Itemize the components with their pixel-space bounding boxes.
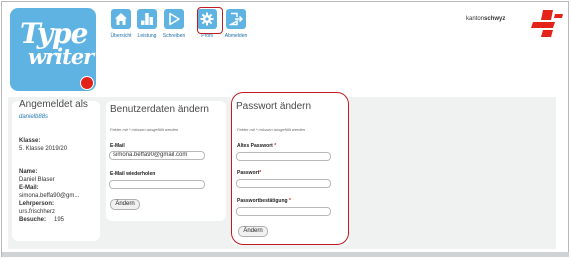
nav-label: Schreiben [162,33,186,39]
logout-icon [226,9,246,29]
logged-in-heading: Angemeldet als [19,99,88,110]
new-password-field[interactable] [236,179,331,188]
nav-item-abmelden[interactable]: Abmelden [222,9,250,39]
userdata-submit-button[interactable]: Ändern [110,199,140,210]
required-mark: * [288,198,291,204]
userdata-email-label: E-Mail [110,143,125,149]
brand-name: schwyz [484,16,506,22]
klasse-value: 5. Klasse 2019/20 [19,146,68,152]
besuche-value: 195 [54,217,65,223]
confirm-password-label: Passwortbestätigung * [237,198,291,204]
chart-icon [137,9,157,29]
lehrperson-label: Lehrperson: [19,201,55,207]
schwyz-flag-logo [531,10,563,37]
nav-label: Übersicht [110,33,132,39]
horizontal-scrollbar[interactable] [2,252,569,257]
lehrperson-value: urs.frischherz [19,209,56,215]
required-mark: * [259,170,262,176]
email-field[interactable]: simona.beffa90@gmail.com [109,151,205,160]
play-icon [164,9,184,29]
logo-dot [80,76,94,90]
password-submit-button[interactable]: Ändern [238,226,268,237]
userdata-required-note: Felder mit * müssen ausgefüllt werden [110,127,179,132]
logo-line-2: writer [28,44,94,69]
confirm-password-field[interactable] [236,207,331,216]
name-label: Name: [19,169,38,175]
username: danielb88s [19,114,49,120]
typewriter-logo[interactable]: Type writer [10,8,96,91]
password-heading: Passwort ändern [236,101,312,112]
besuche-label: Besuche: [19,217,47,223]
klasse-label: Klasse: [19,138,41,144]
brand-prefix: kanton [466,16,485,22]
nav-item-uebersicht[interactable]: Übersicht [107,9,135,39]
name-value: Daniel Blaser [19,177,55,183]
password-highlight [231,92,349,245]
home-icon [111,9,131,29]
email-label: E-Mail: [19,185,39,191]
password-required-note: Felder mit * müssen ausgefüllt werden [237,127,306,132]
required-mark: * [274,143,277,149]
userdata-heading: Benutzerdaten ändern [110,104,209,115]
email-repeat-field[interactable] [109,180,205,189]
old-password-field[interactable] [236,152,331,161]
confirm-password-label-text: Passwortbestätigung [237,198,288,204]
nav-label: Abmelden [224,33,248,39]
userdata-email-repeat-label: E-Mail wiederholen [110,171,156,177]
kanton-schwyz-brand: kantonschwyz [466,16,505,22]
new-password-label: Passwort* [237,170,261,176]
nav-item-leistung[interactable]: Leistung [133,9,161,39]
new-password-label-text: Passwort [237,170,260,176]
old-password-label: Altes Passwort * [237,143,276,149]
nav-label: Leistung [137,33,157,39]
nav-item-schreiben[interactable]: Schreiben [160,9,188,39]
old-password-label-text: Altes Passwort [237,143,273,149]
email-value: simona.beffa90@gm... [19,193,80,199]
profil-highlight [197,7,223,34]
